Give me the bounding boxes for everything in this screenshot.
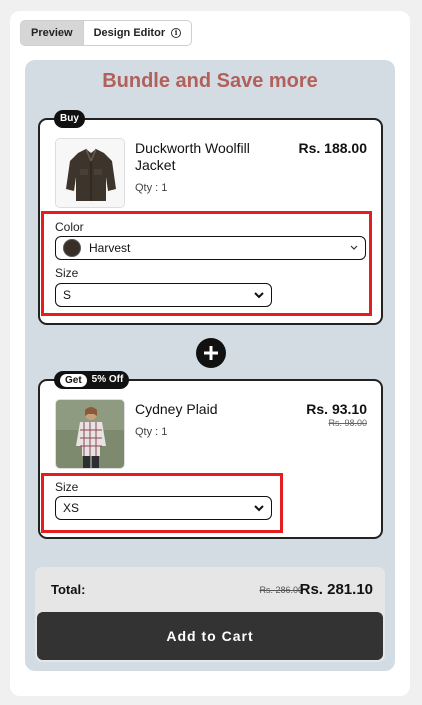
plaid-shirt-image [55,399,125,469]
size-label-1: Size [55,266,79,280]
info-icon[interactable]: i [171,28,182,38]
discount-badge-prefix: Get [60,373,87,387]
product-2-old-price: Rs. 98.00 [328,418,367,428]
tab-preview-label: Preview [31,27,73,39]
totals-section: Total: Rs. 286.00 Rs. 281.10 Add to Cart [35,567,385,662]
color-select[interactable]: Harvest [55,236,366,260]
tab-preview[interactable]: Preview [21,21,84,45]
bundle-title: Bundle and Save more [102,70,318,92]
jacket-image [55,138,125,208]
color-swatch [63,239,81,257]
product-card-1: Buy Duckworth Woolfill Jacket Qty : 1 Rs… [38,110,383,325]
chevron-down-icon [349,242,359,257]
size-select-1[interactable]: S [55,283,272,307]
product-2-price: Rs. 93.10 [306,401,367,417]
total-label: Total: [51,582,86,597]
chevron-down-icon [253,289,265,304]
bundle-preview: Bundle and Save more Buy Duckworth Woolf… [25,60,395,671]
product-2-name[interactable]: Cydney Plaid [135,401,275,418]
product-card-2: Get 5% Off Cydney Plaid Qty : 1 Rs. 93.1… [38,371,383,539]
tab-design-editor[interactable]: Design Editor i [84,21,192,45]
plus-icon [196,338,226,368]
product-1-name[interactable]: Duckworth Woolfill Jacket [135,140,275,174]
size-select-2[interactable]: XS [55,496,272,520]
total-old-price: Rs. 286.00 [259,585,303,595]
buy-badge: Buy [54,110,85,128]
add-to-cart-label: Add to Cart [166,628,254,644]
size-select-2-value: XS [63,501,80,515]
total-new-price: Rs. 281.10 [299,581,373,598]
tab-design-editor-label: Design Editor [93,27,166,39]
product-2-qty: Qty : 1 [135,426,168,438]
discount-badge: Get 5% Off [54,371,130,389]
product-1-price: Rs. 188.00 [298,140,368,156]
color-select-value: Harvest [89,241,131,255]
buy-badge-label: Buy [60,113,79,124]
discount-badge-value: 5% Off [91,374,124,385]
product-1-qty: Qty : 1 [135,182,168,194]
size-label-2: Size [55,480,79,494]
view-tabs: Preview Design Editor i [20,20,193,46]
color-label: Color [55,220,84,234]
size-select-1-value: S [63,288,72,302]
add-to-cart-button[interactable]: Add to Cart [37,612,383,660]
chevron-down-icon [253,502,265,517]
